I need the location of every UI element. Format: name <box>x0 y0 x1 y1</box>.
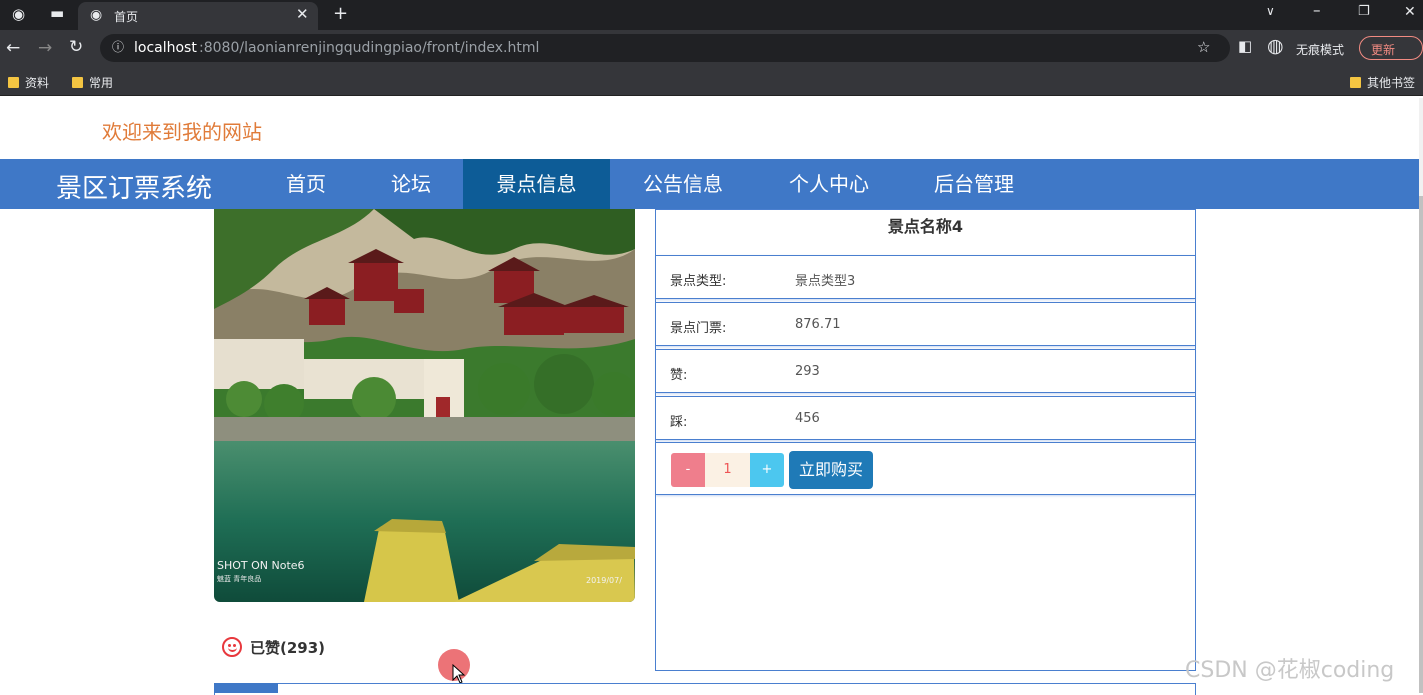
ticket-value: 876.71 <box>795 317 841 332</box>
back-icon[interactable]: ← <box>6 40 20 57</box>
sidebar-icon[interactable]: ◧ <box>1238 39 1252 54</box>
other-bookmarks[interactable]: 其他书签 <box>1350 74 1415 91</box>
nav-forum[interactable]: 论坛 <box>366 159 456 209</box>
info-icon[interactable]: ⓘ <box>112 41 124 53</box>
like-text: 已赞(293) <box>250 639 326 657</box>
nav-profile[interactable]: 个人中心 <box>774 159 884 209</box>
minimize-icon[interactable]: – <box>1313 3 1321 18</box>
photo-caption-sub: 魅蓝 青年良品 <box>217 574 261 583</box>
mouse-cursor-icon <box>452 664 466 684</box>
nav-home[interactable]: 首页 <box>261 159 351 209</box>
bookmark-folder-1[interactable]: 资料 <box>8 74 49 91</box>
increase-button[interactable]: + <box>750 453 784 487</box>
welcome-text: 欢迎来到我的网站 <box>102 120 262 144</box>
incognito-label: 无痕模式 <box>1296 43 1345 57</box>
tabs-section-bar <box>214 683 1196 695</box>
update-button[interactable]: 更新 <box>1359 36 1423 60</box>
type-label: 景点类型: <box>670 274 727 289</box>
folder-icon <box>72 77 83 88</box>
tab-title: 首页 <box>114 10 139 24</box>
dislikes-label: 踩: <box>670 415 688 430</box>
url-path: :8080/laonianrenjingqudingpiao/front/ind… <box>199 40 540 56</box>
buy-now-button[interactable]: 立即购买 <box>789 451 873 489</box>
dislikes-value: 456 <box>795 411 820 426</box>
photo-date: 2019/07/ <box>586 576 622 585</box>
like-status[interactable]: 已赞(293) <box>222 637 325 658</box>
restore-icon[interactable]: ❐ <box>1358 5 1370 18</box>
decrease-button[interactable]: - <box>671 453 705 487</box>
row-type: 景点类型: 景点类型3 <box>656 255 1195 299</box>
bookmark-star-icon[interactable]: ☆ <box>1197 40 1210 55</box>
ticket-label: 景点门票: <box>670 321 727 336</box>
attraction-photo: SHOT ON Note6 魅蓝 青年良品 2019/07/ <box>214 209 635 602</box>
smile-icon <box>222 637 242 657</box>
url-host: localhost <box>134 40 197 56</box>
main-nav: 景区订票系统 首页 论坛 景点信息 公告信息 个人中心 后台管理 <box>0 159 1419 209</box>
site-brand[interactable]: 景区订票系统 <box>56 168 212 205</box>
bookmark-folder-2[interactable]: 常用 <box>72 74 113 91</box>
window-close-icon[interactable]: ✕ <box>1404 5 1416 19</box>
attraction-title: 景点名称4 <box>887 217 964 236</box>
likes-value: 293 <box>795 364 820 379</box>
bookmark-label: 常用 <box>89 76 114 90</box>
folder-icon <box>1350 77 1361 88</box>
window-icon[interactable]: ▬ <box>50 6 64 21</box>
row-likes: 赞: 293 <box>656 349 1195 393</box>
nav-attractions[interactable]: 景点信息 <box>463 159 610 209</box>
browser-logo-icon: ◉ <box>12 5 26 23</box>
row-purchase: - 1 + 立即购买 <box>656 442 1195 495</box>
address-bar[interactable]: ⓘ localhost :8080/laonianrenjingqudingpi… <box>100 34 1230 62</box>
bookmark-label: 资料 <box>25 76 50 90</box>
close-tab-icon[interactable]: ✕ <box>296 7 309 22</box>
quantity-input[interactable]: 1 <box>705 453 750 487</box>
browser-tab[interactable]: ◉ 首页 ✕ <box>78 2 318 30</box>
new-tab-icon[interactable]: + <box>333 5 348 23</box>
globe-icon: ◉ <box>90 7 103 23</box>
bookmark-label: 其他书签 <box>1367 76 1416 90</box>
browser-toolbar: ← → ↻ ⓘ localhost :8080/laonianrenjingqu… <box>0 30 1423 66</box>
row-ticket: 景点门票: 876.71 <box>656 302 1195 346</box>
incognito-icon: ◍ <box>1267 35 1284 57</box>
bookmarks-bar: 资料 常用 其他书签 <box>0 66 1423 96</box>
tab-search-icon[interactable]: ∨ <box>1266 5 1275 17</box>
likes-label: 赞: <box>670 368 688 383</box>
row-dislikes: 踩: 456 <box>656 396 1195 440</box>
reload-icon[interactable]: ↻ <box>69 39 83 56</box>
photo-image: SHOT ON Note6 魅蓝 青年良品 2019/07/ <box>214 209 635 602</box>
browser-tab-strip: ◉ ▬ ◉ 首页 ✕ + ∨ – ❐ ✕ <box>0 0 1423 30</box>
watermark: CSDN @花椒coding <box>1185 658 1395 683</box>
scrollbar-thumb[interactable] <box>1419 196 1423 693</box>
nav-announcements[interactable]: 公告信息 <box>628 159 738 209</box>
tab-active-indicator[interactable] <box>214 683 278 693</box>
nav-admin[interactable]: 后台管理 <box>919 159 1029 209</box>
update-label: 更新 <box>1371 43 1396 57</box>
folder-icon <box>8 77 19 88</box>
photo-caption: SHOT ON Note6 <box>217 559 305 572</box>
type-value: 景点类型3 <box>795 274 856 289</box>
attraction-detail-panel: 景点名称4 景点类型: 景点类型3 景点门票: 876.71 赞: 293 踩:… <box>655 209 1196 671</box>
forward-icon[interactable]: → <box>38 40 52 57</box>
